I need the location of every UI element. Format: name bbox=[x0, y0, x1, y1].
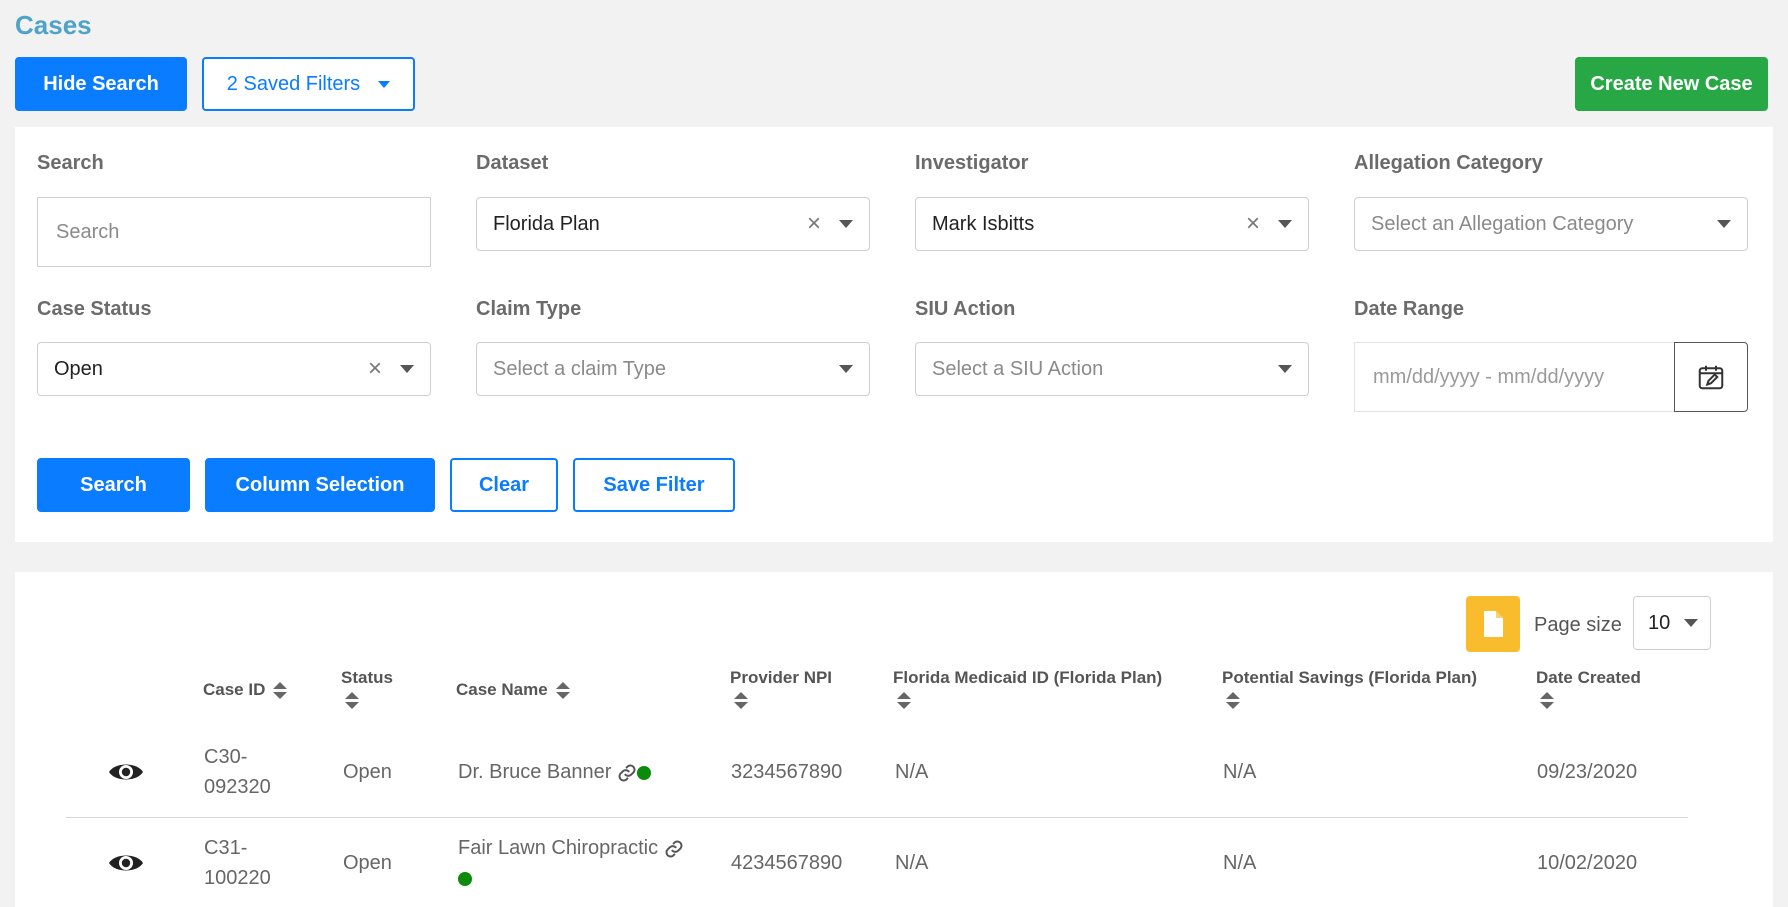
case-id-cell: C31- 100220 bbox=[204, 837, 271, 889]
column-header-medicaid-id[interactable]: Florida Medicaid ID (Florida Plan) bbox=[893, 667, 1162, 711]
date-created-cell: 09/23/2020 bbox=[1537, 761, 1638, 783]
case-status-select[interactable]: Open × bbox=[37, 342, 431, 396]
page-size-label: Page size bbox=[1534, 614, 1622, 636]
document-icon bbox=[1484, 611, 1503, 637]
investigator-label: Investigator bbox=[915, 152, 1029, 174]
status-dot-icon bbox=[458, 871, 472, 886]
chevron-down-icon bbox=[378, 80, 391, 88]
sort-icon[interactable] bbox=[734, 691, 748, 711]
date-range-label: Date Range bbox=[1354, 298, 1465, 320]
sort-icon[interactable] bbox=[1226, 691, 1240, 711]
sort-icon[interactable] bbox=[345, 691, 359, 711]
sort-icon[interactable] bbox=[555, 681, 570, 701]
clear-button[interactable]: Clear bbox=[450, 458, 558, 512]
link-icon[interactable] bbox=[617, 763, 637, 783]
eye-icon[interactable] bbox=[108, 851, 144, 875]
search-button[interactable]: Search bbox=[37, 458, 190, 512]
clear-icon[interactable]: × bbox=[1246, 212, 1260, 236]
saved-filters-dropdown[interactable]: 2 Saved Filters bbox=[202, 57, 415, 111]
claim-type-label: Claim Type bbox=[476, 298, 582, 320]
search-input[interactable] bbox=[37, 197, 431, 267]
save-filter-button[interactable]: Save Filter bbox=[573, 458, 735, 512]
claim-type-select[interactable]: Select a claim Type bbox=[476, 342, 870, 396]
column-header-potential-savings[interactable]: Potential Savings (Florida Plan) bbox=[1222, 667, 1477, 711]
search-label: Search bbox=[37, 152, 104, 174]
column-header-provider-npi[interactable]: Provider NPI bbox=[730, 667, 832, 711]
column-header-case-name[interactable]: Case Name bbox=[456, 679, 570, 701]
calendar-button[interactable] bbox=[1674, 342, 1748, 412]
case-name-link[interactable]: Dr. Bruce Banner bbox=[458, 761, 611, 783]
column-selection-button[interactable]: Column Selection bbox=[205, 458, 435, 512]
row-divider bbox=[66, 817, 1688, 818]
link-icon[interactable] bbox=[664, 839, 684, 859]
clear-icon[interactable]: × bbox=[807, 212, 821, 236]
allegation-category-select[interactable]: Select an Allegation Category bbox=[1354, 197, 1748, 251]
dataset-label: Dataset bbox=[476, 152, 549, 174]
status-cell: Open bbox=[343, 852, 392, 874]
case-status-label: Case Status bbox=[37, 298, 152, 320]
chevron-down-icon bbox=[1278, 220, 1292, 228]
create-new-case-button[interactable]: Create New Case bbox=[1575, 57, 1768, 111]
chevron-down-icon bbox=[1278, 365, 1292, 373]
page-title: Cases bbox=[15, 10, 92, 40]
status-cell: Open bbox=[343, 761, 392, 783]
chevron-down-icon bbox=[839, 365, 853, 373]
hide-search-button[interactable]: Hide Search bbox=[15, 57, 187, 111]
sort-icon[interactable] bbox=[897, 691, 911, 711]
siu-action-select[interactable]: Select a SIU Action bbox=[915, 342, 1309, 396]
allegation-category-label: Allegation Category bbox=[1354, 152, 1543, 174]
potential-savings-cell: N/A bbox=[1223, 761, 1257, 783]
page-size-select[interactable]: 10 bbox=[1633, 596, 1711, 650]
case-name-link[interactable]: Fair Lawn Chiropractic bbox=[458, 837, 658, 859]
medicaid-id-cell: N/A bbox=[895, 852, 929, 874]
medicaid-id-cell: N/A bbox=[895, 761, 929, 783]
case-id-cell: C30- 092320 bbox=[204, 746, 271, 798]
provider-npi-cell: 3234567890 bbox=[731, 761, 843, 783]
date-range-picker: mm/dd/yyyy - mm/dd/yyyy bbox=[1354, 342, 1748, 412]
date-range-input[interactable]: mm/dd/yyyy - mm/dd/yyyy bbox=[1354, 342, 1674, 412]
chevron-down-icon bbox=[839, 220, 853, 228]
potential-savings-cell: N/A bbox=[1223, 852, 1257, 874]
clear-icon[interactable]: × bbox=[368, 357, 382, 381]
column-header-case-id[interactable]: Case ID bbox=[203, 679, 288, 701]
column-header-date-created[interactable]: Date Created bbox=[1536, 667, 1641, 711]
column-header-status[interactable]: Status bbox=[341, 667, 393, 711]
chevron-down-icon bbox=[1717, 220, 1731, 228]
date-created-cell: 10/02/2020 bbox=[1537, 852, 1638, 874]
eye-icon[interactable] bbox=[108, 760, 144, 784]
status-dot-icon bbox=[636, 765, 651, 780]
calendar-edit-icon bbox=[1698, 365, 1724, 390]
chevron-down-icon bbox=[1684, 619, 1699, 627]
siu-action-label: SIU Action bbox=[915, 298, 1016, 320]
case-name-cell: Fair Lawn Chiropractic bbox=[458, 833, 698, 893]
sort-icon[interactable] bbox=[1540, 691, 1554, 711]
chevron-down-icon bbox=[400, 365, 414, 373]
sort-icon[interactable] bbox=[273, 681, 288, 701]
case-name-cell: Dr. Bruce Banner bbox=[458, 757, 651, 787]
provider-npi-cell: 4234567890 bbox=[731, 852, 843, 874]
investigator-select[interactable]: Mark Isbitts × bbox=[915, 197, 1309, 251]
export-button[interactable] bbox=[1466, 596, 1520, 652]
dataset-select[interactable]: Florida Plan × bbox=[476, 197, 870, 251]
